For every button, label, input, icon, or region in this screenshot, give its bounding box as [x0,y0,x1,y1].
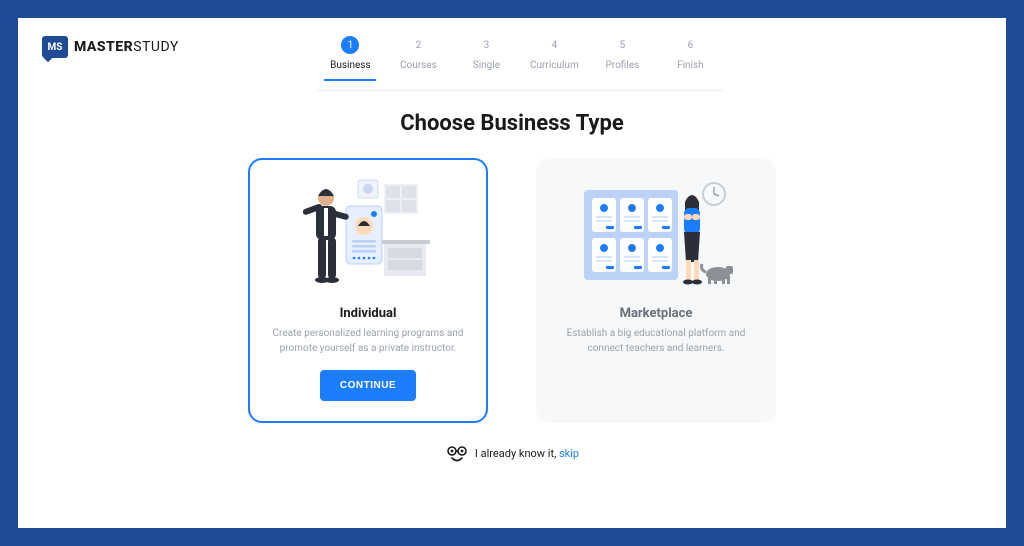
step-label: Curriculum [520,60,588,71]
logo-mark-icon: MS [42,36,68,58]
step-courses[interactable]: 2 Courses [384,36,452,71]
step-finish[interactable]: 6 Finish [656,36,724,71]
app-frame: MS MASTERSTUDY 1Business2Courses3Single4… [18,18,1006,528]
logo-bold: MASTER [74,39,133,55]
header: MS MASTERSTUDY 1Business2Courses3Single4… [18,18,1006,81]
step-curriculum[interactable]: 4 Curriculum [520,36,588,71]
logo-rest: STUDY [133,39,179,55]
card-marketplace[interactable]: Marketplace Establish a big educational … [536,158,776,423]
step-label: Courses [384,60,452,71]
step-single[interactable]: 3 Single [452,36,520,71]
continue-button[interactable]: CONTINUE [320,370,416,401]
card-individual-title: Individual [268,306,468,321]
marketplace-illustration [556,176,756,296]
step-label: Finish [656,60,724,71]
card-individual-desc: Create personalized learning programs an… [268,327,468,356]
skip-link[interactable]: skip [559,447,579,460]
step-number: 5 [613,36,631,54]
card-marketplace-title: Marketplace [556,306,756,321]
step-number: 3 [477,36,495,54]
skip-lead-text: I already know it, skip [475,447,579,460]
step-number: 4 [545,36,563,54]
step-label: Single [452,60,520,71]
step-label: Profiles [588,60,656,71]
logo-text: MASTERSTUDY [74,39,179,55]
step-number: 6 [681,36,699,54]
card-marketplace-desc: Establish a big educational platform and… [556,327,756,356]
step-number: 1 [341,36,359,54]
business-type-cards: Individual Create personalized learning … [18,158,1006,423]
card-individual[interactable]: Individual Create personalized learning … [248,158,488,423]
glasses-face-icon [445,445,467,461]
brand-logo: MS MASTERSTUDY [42,36,179,58]
step-business[interactable]: 1 Business [316,36,384,71]
stepper-underline [316,90,724,91]
step-profiles[interactable]: 5 Profiles [588,36,656,71]
step-label: Business [316,60,384,71]
skip-row: I already know it, skip [18,445,1006,461]
step-number: 2 [409,36,427,54]
individual-illustration [268,176,468,296]
page-title: Choose Business Type [18,111,1006,136]
wizard-stepper: 1 Business 2 Courses 3 Single 4 Curriculum 5 Prof… [316,36,724,81]
